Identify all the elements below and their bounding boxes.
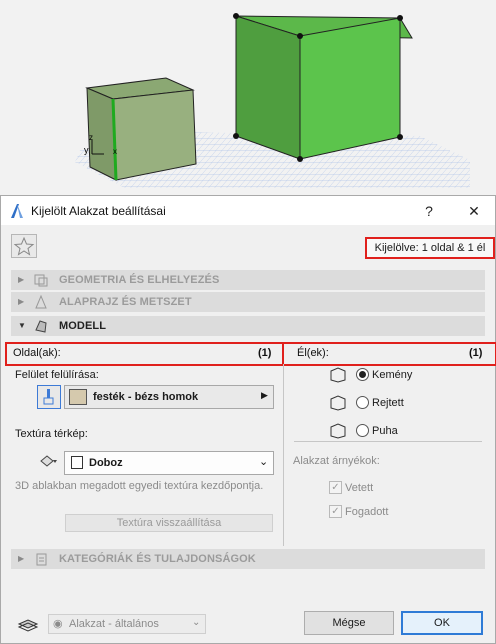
section-label: KATEGÓRIÁK ÉS TULAJDONSÁGOK <box>59 553 256 565</box>
texture-info-text: 3D ablakban megadott egyedi textúra kezd… <box>15 480 264 492</box>
small-box[interactable] <box>85 77 197 181</box>
hard-edge-icon <box>330 367 346 383</box>
soft-edge-icon <box>330 423 346 439</box>
column-divider <box>283 364 284 546</box>
dialog-title: Kijelölt Alakzat beállításai <box>31 204 166 218</box>
radio-soft[interactable] <box>356 424 369 437</box>
geometry-icon <box>34 274 48 287</box>
checkbox-receive-shadow[interactable]: ✓ <box>329 505 342 518</box>
section-label: MODELL <box>59 320 107 332</box>
eye-icon: ◉ <box>53 618 63 630</box>
large-box[interactable] <box>233 13 413 162</box>
viewport-canvas[interactable]: y x z <box>0 0 496 195</box>
section-model[interactable]: ▼ MODELL <box>11 316 485 336</box>
separator <box>294 441 482 442</box>
section-geometry[interactable]: ▶ GEOMETRIA ÉS ELHELYEZÉS <box>11 270 485 290</box>
edges-header: Él(ek): <box>297 347 329 359</box>
cancel-button[interactable]: Mégse <box>304 611 394 635</box>
faces-edges-header: Oldal(ak): (1) Él(ek): (1) <box>5 342 496 366</box>
model-icon <box>35 320 47 333</box>
section-floorplan[interactable]: ▶ ALAPRAJZ ÉS METSZET <box>11 292 485 312</box>
settings-dialog: Kijelölt Alakzat beállításai ? ✕ Kijelöl… <box>0 195 496 644</box>
section-categories[interactable]: ▶ KATEGÓRIÁK ÉS TULAJDONSÁGOK <box>11 549 485 569</box>
help-button[interactable]: ? <box>414 199 444 223</box>
texture-value: Doboz <box>89 457 123 469</box>
layer-select[interactable]: ◉ Alakzat - általános ⌄ <box>48 614 206 634</box>
chevron-right-icon: ▶ <box>261 390 268 400</box>
radio-hidden[interactable] <box>356 396 369 409</box>
section-label: ALAPRAJZ ÉS METSZET <box>59 296 192 308</box>
edges-count: (1) <box>469 347 483 359</box>
3d-viewport[interactable]: y x z <box>0 0 496 195</box>
texture-map-label: Textúra térkép: <box>15 428 88 440</box>
surface-value: festék - bézs homok <box>93 391 199 403</box>
hidden-edge-icon <box>330 395 346 411</box>
chevron-right-icon: ▶ <box>18 297 25 306</box>
checkbox-cast-shadow[interactable]: ✓ <box>329 481 342 494</box>
box-icon <box>71 456 83 469</box>
edge-option-hard: Kemény <box>372 369 413 381</box>
brush-icon <box>43 389 54 405</box>
favorites-button[interactable] <box>11 234 37 258</box>
shadow-option-receive: Fogadott <box>345 506 389 518</box>
edge-option-hidden: Rejtett <box>372 397 404 409</box>
floorplan-icon <box>35 294 47 309</box>
chevron-right-icon: ▶ <box>18 275 25 284</box>
surface-override-toggle[interactable] <box>37 385 61 409</box>
axis-z-label: z <box>89 133 93 142</box>
edge-option-soft: Puha <box>372 425 398 437</box>
axis-x-label: x <box>113 147 117 156</box>
faces-count: (1) <box>258 347 272 359</box>
ok-button[interactable]: OK <box>401 611 483 635</box>
chevron-right-icon: ▶ <box>18 554 25 563</box>
surface-override-label: Felület felülírása: <box>15 369 99 381</box>
chevron-down-icon: ⌄ <box>259 456 269 468</box>
shadow-option-cast: Vetett <box>345 482 374 494</box>
surface-swatch <box>69 389 87 405</box>
faces-header: Oldal(ak): <box>13 347 61 359</box>
header-separator <box>282 342 284 366</box>
layers-icon <box>17 619 39 632</box>
selection-info: Kijelölve: 1 oldal & 1 él <box>365 237 495 259</box>
chevron-down-icon: ⌄ <box>192 617 201 628</box>
axis-y-label: y <box>84 145 89 155</box>
shadows-label: Alakzat árnyékok: <box>293 455 380 467</box>
chevron-down-icon: ▼ <box>18 321 26 330</box>
star-icon <box>13 236 35 256</box>
texture-map-icon <box>40 455 57 467</box>
section-label: GEOMETRIA ÉS ELHELYEZÉS <box>59 274 220 286</box>
archicad-logo-icon <box>11 204 23 218</box>
surface-select[interactable]: festék - bézs homok ▶ <box>64 385 274 409</box>
title-bar: Kijelölt Alakzat beállításai ? ✕ <box>1 196 495 225</box>
radio-hard[interactable] <box>356 368 369 381</box>
categories-icon <box>36 553 47 566</box>
texture-map-select[interactable]: Doboz ⌄ <box>64 451 274 475</box>
layer-value: Alakzat - általános <box>69 618 159 630</box>
close-button[interactable]: ✕ <box>459 199 489 223</box>
reset-texture-button[interactable]: Textúra visszaállítása <box>65 514 273 532</box>
